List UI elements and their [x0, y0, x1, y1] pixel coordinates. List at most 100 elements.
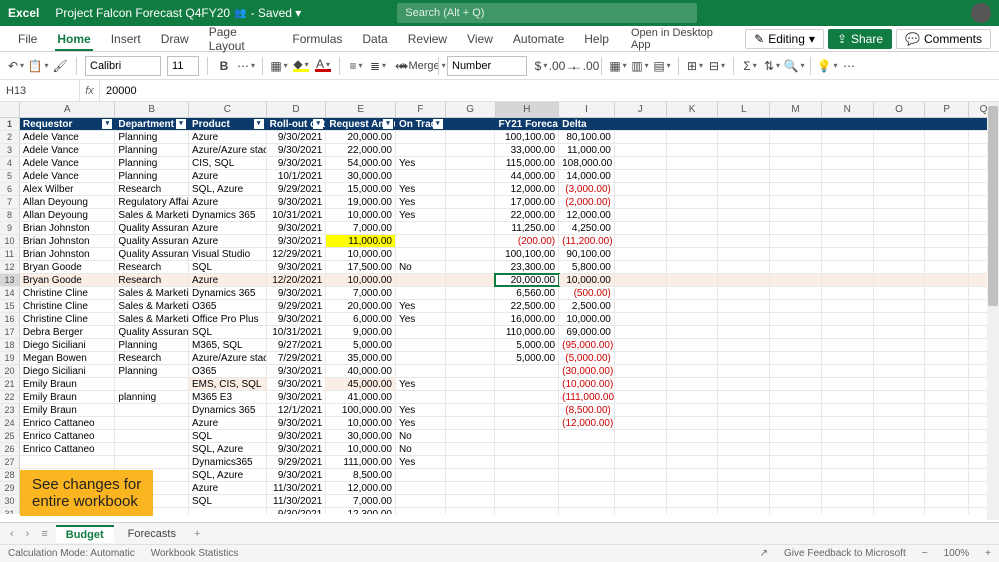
cell[interactable]: Emily Braun — [20, 378, 116, 390]
cell[interactable] — [615, 300, 667, 312]
cell[interactable]: SQL — [189, 430, 267, 442]
cell[interactable]: 33,000.00 — [495, 144, 559, 156]
cell[interactable] — [822, 261, 874, 273]
col-header[interactable]: B — [115, 102, 189, 117]
sort-filter-icon[interactable]: ⇅ — [764, 58, 780, 74]
cell[interactable]: Christine Cline — [20, 287, 116, 299]
find-icon[interactable]: 🔍 — [786, 58, 802, 74]
row-header[interactable]: 9 — [0, 222, 20, 234]
cell[interactable] — [667, 261, 719, 273]
cell[interactable] — [770, 287, 822, 299]
header-cell[interactable]: Department▾ — [115, 118, 189, 130]
cell[interactable] — [822, 495, 874, 507]
cell[interactable] — [718, 469, 770, 481]
cell[interactable] — [874, 157, 926, 169]
cell[interactable] — [874, 131, 926, 143]
cell[interactable] — [874, 456, 926, 468]
tab-help[interactable]: Help — [574, 26, 619, 51]
cell[interactable] — [770, 183, 822, 195]
cell[interactable] — [770, 495, 822, 507]
row-header[interactable]: 26 — [0, 443, 20, 455]
cell[interactable] — [446, 170, 496, 182]
cell[interactable]: 9/29/2021 — [267, 300, 327, 312]
cell[interactable]: SQL — [189, 326, 267, 338]
cell[interactable] — [770, 417, 822, 429]
cell[interactable] — [495, 495, 559, 507]
col-header[interactable]: I — [559, 102, 615, 117]
cell[interactable] — [446, 378, 496, 390]
cell[interactable]: (5,000.00) — [559, 352, 615, 364]
header-cell[interactable]: Request Amount $▾ — [326, 118, 396, 130]
cell[interactable] — [770, 430, 822, 442]
cell[interactable] — [874, 196, 926, 208]
cell[interactable] — [559, 469, 615, 481]
cell[interactable]: 10,000.00 — [326, 209, 396, 221]
cell[interactable] — [822, 339, 874, 351]
cell[interactable] — [925, 365, 969, 377]
cell[interactable]: 9/30/2021 — [267, 131, 327, 143]
cell[interactable]: Planning — [115, 365, 189, 377]
row-header[interactable]: 30 — [0, 495, 20, 507]
cell[interactable]: Planning — [115, 339, 189, 351]
cell[interactable] — [925, 157, 969, 169]
font-size-input[interactable] — [167, 56, 199, 76]
cell[interactable]: Yes — [396, 300, 446, 312]
cell[interactable]: Azure/Azure stack — [189, 352, 267, 364]
cell[interactable] — [718, 378, 770, 390]
cell[interactable] — [667, 235, 719, 247]
cell[interactable] — [667, 482, 719, 494]
sheet-tab-forecasts[interactable]: Forecasts — [118, 526, 186, 542]
cell[interactable] — [874, 300, 926, 312]
cell[interactable] — [615, 469, 667, 481]
cell[interactable] — [874, 261, 926, 273]
row-header[interactable]: 31 — [0, 508, 20, 514]
cell[interactable] — [718, 222, 770, 234]
cell[interactable] — [446, 443, 496, 455]
cell[interactable]: M365 E3 — [189, 391, 267, 403]
cell[interactable] — [925, 131, 969, 143]
cell[interactable]: Azure — [189, 196, 267, 208]
cell[interactable]: Quality Assurance — [115, 235, 189, 247]
cell[interactable] — [874, 222, 926, 234]
cell[interactable] — [925, 495, 969, 507]
row-header[interactable]: 24 — [0, 417, 20, 429]
cell[interactable] — [446, 274, 496, 286]
cell[interactable]: Planning — [115, 131, 189, 143]
cell[interactable]: 9/30/2021 — [267, 222, 327, 234]
tab-review[interactable]: Review — [398, 26, 457, 51]
sheet-tab-budget[interactable]: Budget — [56, 525, 114, 543]
cell[interactable] — [822, 300, 874, 312]
cell[interactable] — [615, 417, 667, 429]
cell[interactable]: Quality Assurance — [115, 326, 189, 338]
cell[interactable]: 12,000.00 — [326, 482, 396, 494]
cell[interactable]: 5,000.00 — [495, 352, 559, 364]
cell[interactable]: Alex Wilber — [20, 183, 116, 195]
cell[interactable]: Diego Siciliani — [20, 339, 116, 351]
cell[interactable]: 30,000.00 — [326, 170, 396, 182]
cell[interactable] — [822, 170, 874, 182]
col-header[interactable]: H — [496, 102, 560, 117]
cell[interactable] — [822, 326, 874, 338]
cell[interactable] — [874, 430, 926, 442]
cell[interactable] — [925, 261, 969, 273]
cell[interactable]: 10/31/2021 — [267, 326, 327, 338]
cell[interactable] — [822, 287, 874, 299]
cell[interactable] — [615, 222, 667, 234]
zoom-out-icon[interactable]: − — [922, 548, 928, 559]
cell[interactable] — [822, 222, 874, 234]
cell[interactable]: (2,000.00) — [559, 196, 615, 208]
cell[interactable] — [718, 235, 770, 247]
cell[interactable] — [874, 378, 926, 390]
cell[interactable] — [559, 456, 615, 468]
cell[interactable] — [874, 404, 926, 416]
autosum-icon[interactable]: Σ — [742, 58, 758, 74]
cell[interactable] — [495, 469, 559, 481]
cell[interactable] — [718, 313, 770, 325]
cell[interactable]: 23,300.00 — [495, 261, 559, 273]
cell[interactable]: Research — [115, 352, 189, 364]
cell[interactable] — [667, 508, 719, 514]
cell[interactable] — [667, 300, 719, 312]
cell[interactable]: 9/30/2021 — [267, 417, 327, 429]
borders-icon[interactable]: ▦ — [271, 58, 287, 74]
cell[interactable]: 10,000.00 — [559, 274, 615, 286]
